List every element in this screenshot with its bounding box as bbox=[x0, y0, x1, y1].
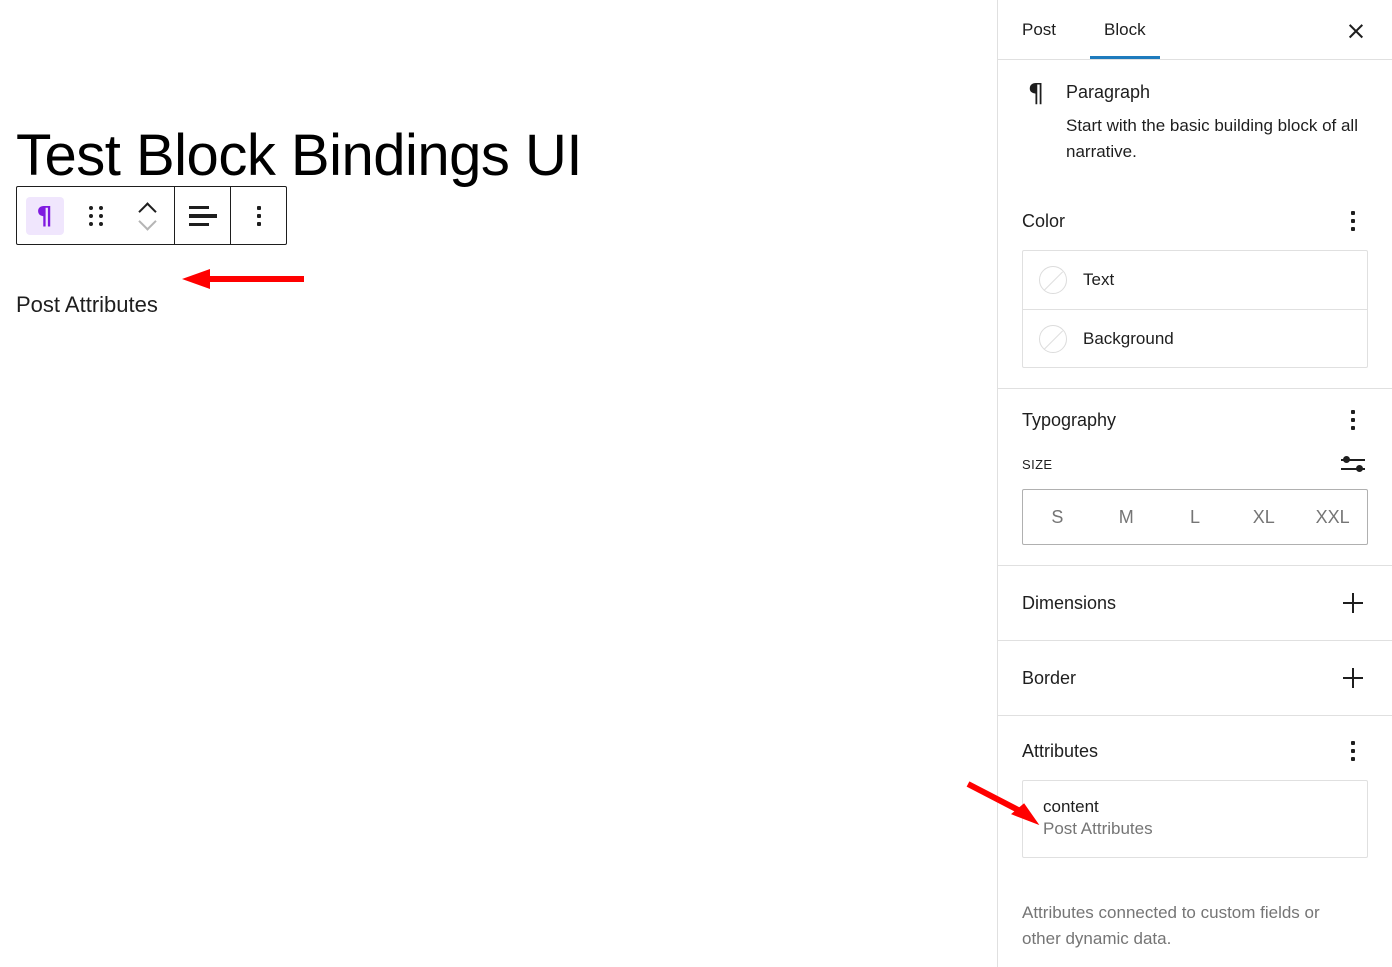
font-size-option-m[interactable]: M bbox=[1092, 507, 1161, 527]
attribute-row-content[interactable]: content Post Attributes bbox=[1043, 797, 1347, 839]
attribute-value: Post Attributes bbox=[1043, 819, 1153, 838]
typography-section: Typography SIZE S M L XL XXL bbox=[998, 389, 1392, 566]
color-options-list: Text Background bbox=[1022, 250, 1368, 368]
typography-options-button[interactable] bbox=[1338, 405, 1368, 435]
editor-canvas: Test Block Bindings UI ¶ Post Attributes bbox=[0, 0, 997, 967]
color-section-header: Color bbox=[1022, 206, 1368, 236]
font-size-option-xl[interactable]: XL bbox=[1229, 507, 1298, 527]
font-size-settings-button[interactable] bbox=[1338, 449, 1368, 479]
color-section-title: Color bbox=[1022, 210, 1066, 231]
font-size-header: SIZE bbox=[1022, 449, 1368, 479]
vertical-ellipsis-icon bbox=[256, 205, 261, 226]
block-movers-icons bbox=[139, 204, 155, 227]
vertical-ellipsis-icon bbox=[1351, 410, 1355, 430]
sidebar-tab-bar: Post Block × bbox=[998, 0, 1392, 60]
typography-section-header: Typography bbox=[1022, 405, 1368, 435]
attributes-options-button[interactable] bbox=[1338, 736, 1368, 766]
block-toolbar: ¶ bbox=[16, 186, 287, 245]
color-options-button[interactable] bbox=[1338, 206, 1368, 236]
tab-block[interactable]: Block bbox=[1080, 0, 1170, 59]
plus-icon bbox=[1343, 668, 1363, 688]
dimensions-section[interactable]: Dimensions bbox=[998, 566, 1392, 641]
border-add-button[interactable] bbox=[1338, 663, 1368, 693]
pilcrow-icon: ¶ bbox=[1027, 79, 1045, 109]
color-section: Color Text Background bbox=[998, 190, 1392, 389]
font-size-toggle-group: S M L XL XXL bbox=[1022, 489, 1368, 545]
close-icon[interactable]: × bbox=[1338, 12, 1374, 48]
plus-icon bbox=[1343, 593, 1363, 613]
sliders-icon bbox=[1341, 454, 1365, 474]
tab-post[interactable]: Post bbox=[998, 0, 1080, 59]
color-row-label: Text bbox=[1083, 270, 1115, 289]
block-options-button[interactable] bbox=[231, 187, 286, 244]
drag-handle-icon bbox=[88, 205, 103, 226]
attributes-help-text: Attributes connected to custom fields or… bbox=[1022, 903, 1320, 949]
dimensions-section-title: Dimensions bbox=[1022, 592, 1117, 613]
color-row-background[interactable]: Background bbox=[1023, 309, 1367, 367]
no-color-swatch-icon bbox=[1039, 324, 1067, 353]
attributes-section-title: Attributes bbox=[1022, 740, 1099, 761]
typography-section-title: Typography bbox=[1022, 409, 1117, 430]
block-movers-button[interactable] bbox=[119, 187, 174, 244]
vertical-ellipsis-icon bbox=[1351, 211, 1355, 231]
attributes-list: content Post Attributes bbox=[1022, 780, 1368, 858]
attributes-section-header: Attributes bbox=[1022, 736, 1368, 766]
annotation-arrow-body bbox=[182, 269, 304, 289]
color-row-label: Background bbox=[1083, 328, 1174, 348]
chevron-down-icon[interactable] bbox=[139, 218, 155, 227]
post-body-paragraph[interactable]: Post Attributes bbox=[16, 288, 158, 321]
block-card-title: Paragraph bbox=[1066, 82, 1151, 102]
block-card-text: Paragraph Start with the basic building … bbox=[1066, 80, 1366, 164]
app-root: Test Block Bindings UI ¶ Post Attributes… bbox=[0, 0, 1392, 967]
no-color-swatch-icon bbox=[1039, 266, 1067, 294]
block-card-description: Start with the basic building block of a… bbox=[1066, 116, 1358, 161]
drag-handle-button[interactable] bbox=[72, 187, 119, 244]
block-toolbar-group-block: ¶ bbox=[17, 187, 174, 244]
dimensions-add-button[interactable] bbox=[1338, 588, 1368, 618]
page-title[interactable]: Test Block Bindings UI bbox=[16, 123, 583, 190]
block-card: ¶ Paragraph Start with the basic buildin… bbox=[998, 60, 1392, 190]
block-type-button[interactable]: ¶ bbox=[17, 187, 72, 244]
border-section[interactable]: Border bbox=[998, 641, 1392, 716]
block-toolbar-group-options bbox=[231, 187, 286, 244]
block-toolbar-group-align bbox=[175, 187, 230, 244]
align-text-button[interactable] bbox=[175, 187, 230, 244]
vertical-ellipsis-icon bbox=[1351, 741, 1355, 761]
font-size-option-xxl[interactable]: XXL bbox=[1298, 507, 1367, 527]
pilcrow-icon: ¶ bbox=[25, 196, 64, 235]
block-settings-sidebar: Post Block × ¶ Paragraph Start with the … bbox=[997, 0, 1392, 967]
align-left-icon bbox=[188, 205, 217, 226]
font-size-option-l[interactable]: L bbox=[1161, 507, 1230, 527]
font-size-option-s[interactable]: S bbox=[1023, 507, 1092, 527]
color-row-text[interactable]: Text bbox=[1023, 251, 1367, 309]
font-size-label: SIZE bbox=[1022, 456, 1053, 472]
border-section-title: Border bbox=[1022, 667, 1077, 688]
attributes-section: Attributes content Post Attributes bbox=[998, 716, 1392, 878]
attribute-key: content bbox=[1043, 797, 1099, 816]
